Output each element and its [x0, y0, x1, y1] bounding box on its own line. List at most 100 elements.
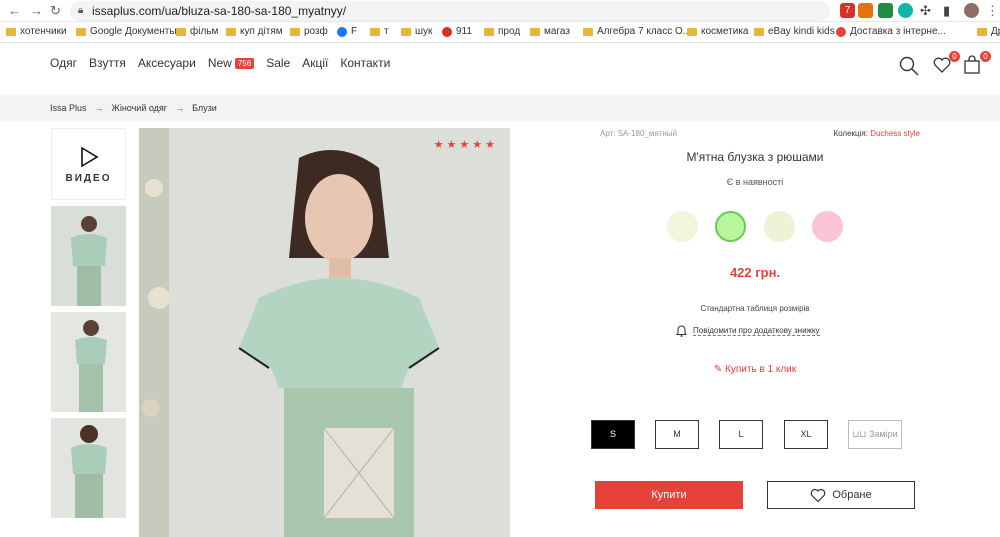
size-option[interactable]: S	[591, 420, 635, 449]
bookmark-label: шук	[415, 26, 433, 37]
play-icon	[80, 146, 99, 167]
folder-icon	[583, 27, 593, 36]
bookmark-item[interactable]: хотенчики	[6, 26, 67, 37]
bookmark-label: Дру	[991, 26, 1000, 37]
new-count-badge: 756	[234, 57, 255, 69]
bookmark-label: Google Документы	[90, 26, 177, 37]
bookmark-item[interactable]: F	[337, 26, 357, 37]
ruler-icon: ⊔⊔	[852, 429, 867, 439]
reload-icon[interactable]: ↻	[50, 3, 61, 19]
collection-link[interactable]: Duchess style	[870, 129, 920, 138]
product-title: М'ятна блузка з рюшами	[686, 150, 824, 164]
red-cross-icon	[442, 26, 452, 37]
bookmark-item[interactable]: Дру	[977, 26, 1000, 37]
extension-icon[interactable]	[878, 3, 893, 18]
more-icon[interactable]: ⋮	[986, 3, 999, 19]
bookmark-label: хотенчики	[20, 26, 67, 37]
breadcrumb-blouses: Блузи	[192, 103, 217, 113]
bookmark-label: магаз	[544, 26, 570, 37]
wishlist-count: 0	[949, 51, 960, 62]
bookmark-label: eBay kindi kids	[768, 26, 835, 37]
folder-icon	[401, 27, 411, 36]
notify-discount-link[interactable]: Повідомити про додаткову знижку	[676, 325, 820, 337]
bookmark-item[interactable]: розф	[290, 26, 328, 37]
measurements-button[interactable]: ⊔⊔ Заміри	[848, 420, 902, 449]
folder-icon	[6, 27, 16, 36]
folder-icon	[687, 27, 697, 36]
extension-icon[interactable]: 7	[840, 3, 855, 18]
bookmark-item[interactable]: магаз	[530, 26, 570, 37]
rating-stars: ★★★★★	[433, 139, 498, 151]
cart-icon[interactable]: 0	[963, 51, 991, 77]
arrow-right-icon: →	[94, 103, 104, 113]
menu-item-label: New	[207, 56, 232, 70]
bookmark-label: Алгебра 7 класс О...	[597, 26, 692, 37]
facebook-icon	[337, 26, 347, 37]
menu-item-shoes[interactable]: Взуття	[89, 56, 126, 70]
favorites-label: Обране	[832, 489, 872, 501]
size-option[interactable]: XL	[784, 420, 828, 449]
size-option[interactable]: L	[719, 420, 763, 449]
avatar[interactable]	[964, 3, 979, 18]
thumbnail-list: ВИДЕО	[51, 128, 126, 518]
bookmark-label: косметика	[701, 26, 749, 37]
video-thumbnail[interactable]: ВИДЕО	[51, 128, 126, 200]
menu-item-clothes[interactable]: Одяг	[50, 56, 77, 70]
size-table-link[interactable]: Стандартна таблиця розмірів	[590, 304, 920, 313]
arrow-right-icon: →	[175, 103, 185, 113]
breadcrumb-women[interactable]: Жіночий одяг	[112, 103, 168, 113]
size-option[interactable]: M	[655, 420, 699, 449]
wishlist-icon[interactable]: 0	[932, 51, 960, 77]
back-icon[interactable]: ←	[8, 3, 21, 18]
menu-item-sale[interactable]: Sale	[266, 56, 290, 70]
collection: Колекція: Duchess style	[834, 129, 921, 138]
bookmark-item[interactable]: Google Документы	[76, 26, 177, 37]
bookmark-label: прод	[498, 26, 521, 37]
bookmark-item[interactable]: eBay kindi kids	[754, 26, 835, 37]
puzzle-icon[interactable]: ✣	[920, 3, 931, 19]
color-swatch[interactable]	[764, 211, 795, 242]
buy-button[interactable]: Купити	[595, 481, 743, 509]
bookmark-item[interactable]: прод	[484, 26, 520, 37]
bookmark-item[interactable]: Доставка з інтерне...	[836, 26, 946, 37]
bookmark-item[interactable]: фільм	[176, 26, 218, 37]
menu-item-accessories[interactable]: Аксесуари	[138, 56, 196, 70]
one-click-label: Купить в 1 клик	[725, 364, 797, 375]
bookmark-label: фільм	[190, 26, 219, 37]
forward-icon[interactable]: →	[30, 3, 43, 18]
extension-icon[interactable]	[898, 3, 913, 18]
menu-item-promo[interactable]: Акції	[302, 56, 328, 70]
bookmark-item[interactable]: Алгебра 7 класс О...	[583, 26, 691, 37]
bookmark-item[interactable]: куп дітям	[226, 26, 283, 37]
extension-icon[interactable]	[858, 3, 873, 18]
bell-icon	[676, 325, 687, 337]
sidepanel-icon[interactable]: ▮	[943, 3, 950, 19]
folder-icon	[977, 27, 987, 36]
bookmark-label: Доставка з інтерне...	[850, 26, 946, 37]
one-click-buy-link[interactable]: ✎ Купить в 1 клик	[590, 364, 920, 375]
color-swatch[interactable]	[667, 211, 698, 242]
heart-icon	[811, 488, 826, 502]
search-icon[interactable]	[898, 55, 920, 77]
product-thumbnail[interactable]	[51, 418, 126, 518]
address-bar[interactable]: 🔒︎ issaplus.com/ua/bluza-sa-180-sa-180_m…	[70, 1, 830, 21]
menu-item-new[interactable]: New 756	[207, 56, 255, 70]
color-swatch[interactable]	[812, 211, 843, 242]
bookmark-label: розф	[304, 26, 328, 37]
bookmark-item[interactable]: косметика	[687, 26, 748, 37]
bookmark-item[interactable]: 911	[442, 26, 472, 37]
menu-item-contacts[interactable]: Контакти	[340, 56, 390, 70]
notify-label: Повідомити про додаткову знижку	[693, 326, 820, 336]
bookmark-item[interactable]: шук	[401, 26, 432, 37]
color-swatch-selected[interactable]	[715, 211, 746, 242]
bookmark-item[interactable]: т	[370, 26, 389, 37]
product-thumbnail[interactable]	[51, 312, 126, 412]
folder-icon	[176, 27, 186, 36]
add-to-favorites-button[interactable]: Обране	[767, 481, 915, 509]
folder-icon	[290, 27, 300, 36]
breadcrumb-home[interactable]: Issa Plus	[50, 103, 87, 113]
bookmark-label: 911	[456, 26, 472, 37]
stock-status: Є в наявності	[726, 177, 784, 187]
product-thumbnail[interactable]	[51, 206, 126, 306]
product-main-image[interactable]: ★★★★★	[139, 128, 510, 537]
